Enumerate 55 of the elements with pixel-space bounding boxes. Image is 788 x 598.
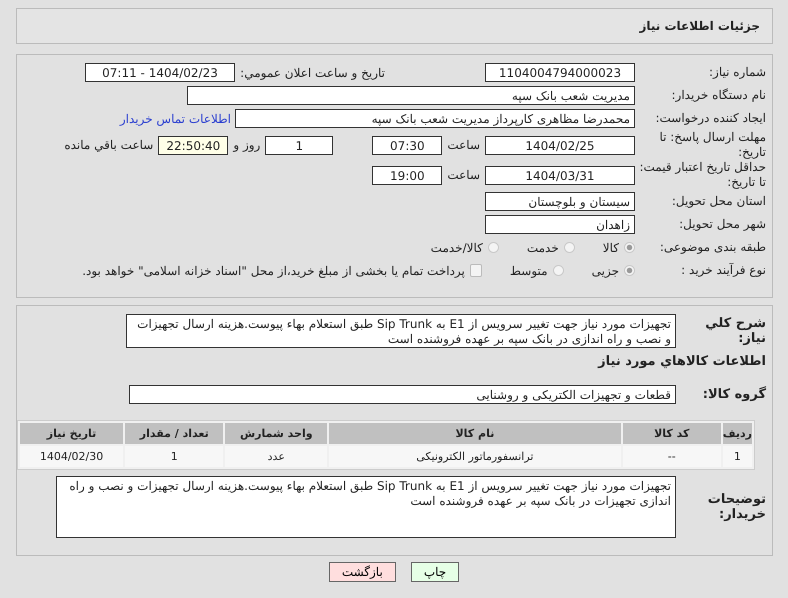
table-cell: 1404/02/30 [20,446,124,467]
column-header: تعداد / مقدار [125,423,224,444]
validity-date-field: 1404/03/31 [485,166,635,184]
process-radio[interactable]: جزیی [592,264,635,278]
field-label: گروه کالا: [702,387,767,402]
remaining-time-field: 22:50:40 [158,136,228,154]
category-radio[interactable]: کالا/خدمت [430,240,499,254]
deadline-time-field: 07:30 [372,136,442,154]
field-label: طبقه بندی موضوعی: [658,240,767,255]
page-title: جزئیات اطلاعات نیاز [639,19,760,33]
table-cell: -- [622,446,721,467]
description-box: تجهیزات مورد نیاز جهت تغییر سرویس از E1 به Sip Trunk طبق استعلام بهاء پیوست.هزینه ارسال تجهیزات و نصب و راه اندازی در بانک سپه بر عهده فروشنده است [126,314,676,348]
table-cell: عدد [225,446,328,467]
field-label: شماره نیاز: [708,65,767,80]
creator-field: محمدرضا مظاهری کارپرداز مدیریت شعب بانک سپه [235,109,635,128]
column-header: واحد شمارش [225,423,328,444]
field-label: توضیحات خریدار: [706,492,767,522]
time-label: ساعت [447,168,480,182]
table-cell: ترانسفورماتور الکترونیکی [329,446,621,467]
field-label: ایجاد کننده درخواست: [654,111,767,126]
validity-time-field: 19:00 [372,166,442,184]
treasury-checkbox[interactable]: پرداخت تمام یا بخشی از مبلغ خرید،از محل "اسناد خزانه اسلامی" خواهد بود. [82,264,482,278]
column-header: کد کالا [622,423,721,444]
field-label: حداقل تاریخ اعتبار قیمت: تا تاریخ: [638,160,767,190]
field-label: شرح کلي نیاز: [704,316,767,346]
back-button[interactable]: بازگشت [328,562,396,582]
buyer-contact-link[interactable]: اطلاعات تماس خریدار [120,112,231,126]
table-cell: 1 [125,446,224,467]
goods-group-field: قطعات و تجهیزات الکتریکی و روشنایی [129,385,676,404]
category-radio[interactable]: کالا [602,240,635,254]
table-cell: 1 [722,446,752,467]
province-field: سیستان و بلوچستان [485,192,635,211]
time-label: ساعت [447,138,480,152]
field-label: تاریخ و ساعت اعلان عمومي: [239,66,385,80]
announce-date-field: 1404/02/23 - 07:11 [85,63,235,82]
deadline-date-field: 1404/02/25 [485,136,635,154]
field-label: نوع فرآیند خرید : [680,263,767,278]
buyer-org-field: مدیریت شعب بانک سپه [187,86,635,105]
need-number-field: 1104004794000023 [485,63,635,82]
city-field: زاهدان [485,215,635,234]
section-title: اطلاعات كالاهاي مورد نياز [596,354,767,369]
column-header: نام کالا [329,423,621,444]
field-label: استان محل تحویل: [670,194,767,209]
days-label: روز و [233,138,260,152]
field-label: شهر محل تحویل: [678,217,767,232]
column-header: تاریخ نیاز [20,423,124,444]
process-radio[interactable]: متوسط [510,264,564,278]
field-label: نام دستگاه خریدار: [670,88,767,103]
print-button[interactable]: چاپ [410,562,460,582]
days-field: 1 [265,136,334,154]
buyer-notes-box: تجهیزات مورد نیاز جهت تغییر سرویس از E1 به Sip Trunk طبق استعلام بهاء پیوست.هزینه ارسال تجهیزات و نصب و راه اندازی تجهیزات در بانک سپه بر عهده فروشنده است [56,476,676,538]
column-header: ردیف [722,423,752,444]
remaining-label: ساعت باقي مانده [64,138,154,152]
category-radio[interactable]: خدمت [526,240,575,254]
field-label: مهلت ارسال پاسخ: تا تاریخ: [658,130,767,160]
